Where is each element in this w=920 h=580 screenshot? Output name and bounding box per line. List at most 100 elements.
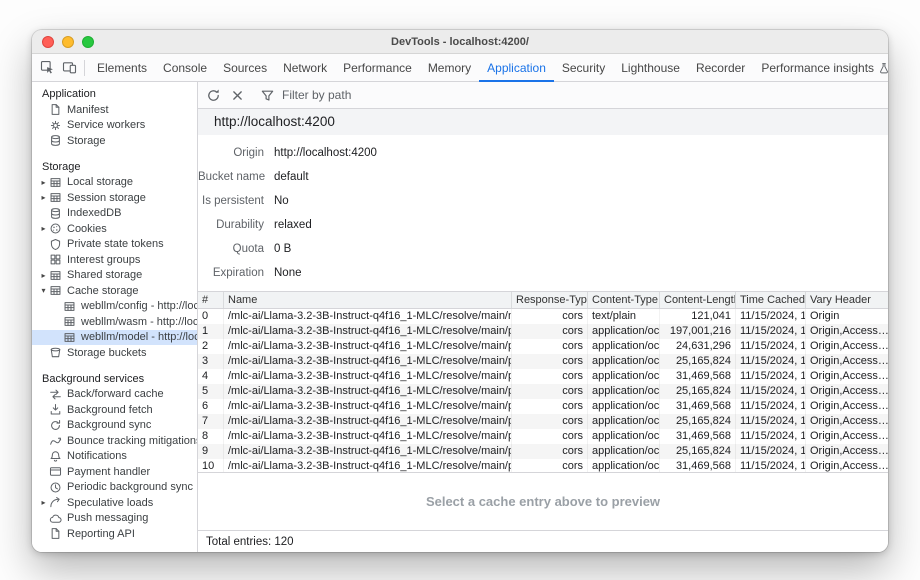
sidebar-item-label: Storage <box>67 135 106 147</box>
cache-entry-row[interactable]: 7/mlc-ai/Llama-3.2-3B-Instruct-q4f16_1-M… <box>198 414 888 429</box>
table-icon <box>49 176 62 189</box>
cache-entry-row[interactable]: 3/mlc-ai/Llama-3.2-3B-Instruct-q4f16_1-M… <box>198 354 888 369</box>
sidebar-item-label: Shared storage <box>67 269 142 281</box>
sidebar-item-label: Reporting API <box>67 528 135 540</box>
cache-entry-row[interactable]: 0/mlc-ai/Llama-3.2-3B-Instruct-q4f16_1-M… <box>198 309 888 324</box>
sidebar-item-periodic-background-sync[interactable]: Periodic background sync <box>32 480 197 496</box>
cell-content-length: 24,631,296 <box>660 339 736 354</box>
service-workers-icon <box>49 119 62 132</box>
sidebar-item-storage-buckets[interactable]: Storage buckets <box>32 345 197 361</box>
sidebar-item-reporting-api[interactable]: Reporting API <box>32 526 197 542</box>
cell-index: 1 <box>198 324 224 339</box>
tab-performance[interactable]: Performance <box>335 54 420 82</box>
tab-elements[interactable]: Elements <box>89 54 155 82</box>
sidebar-item-label: Payment handler <box>67 466 150 478</box>
sidebar-item-payment-handler[interactable]: Payment handler <box>32 464 197 480</box>
chevron-right-icon[interactable]: ▸ <box>38 193 49 202</box>
tab-recorder[interactable]: Recorder <box>688 54 753 82</box>
sidebar-item-storage[interactable]: Storage <box>32 133 197 149</box>
sidebar-item-webllm-model-http-loc[interactable]: webllm/model - http://loc… <box>32 330 197 346</box>
sidebar-item-push-messaging[interactable]: Push messaging <box>32 511 197 527</box>
sidebar-item-private-state-tokens[interactable]: Private state tokens <box>32 237 197 253</box>
cell-vary-header: Origin,Access… <box>806 384 888 399</box>
refresh-icon[interactable] <box>202 84 224 106</box>
cache-entry-row[interactable]: 10/mlc-ai/Llama-3.2-3B-Instruct-q4f16_1-… <box>198 459 888 472</box>
filter-input[interactable]: Filter by path <box>256 84 351 106</box>
cell-vary-header: Origin,Access… <box>806 369 888 384</box>
tab-lighthouse[interactable]: Lighthouse <box>613 54 688 82</box>
cell-vary-header: Origin,Access… <box>806 414 888 429</box>
tab-label: Performance insights <box>761 61 874 75</box>
cell-content-type: application/oc… <box>588 339 660 354</box>
cache-entry-row[interactable]: 9/mlc-ai/Llama-3.2-3B-Instruct-q4f16_1-M… <box>198 444 888 459</box>
tab-security[interactable]: Security <box>554 54 613 82</box>
tab-label: Sources <box>223 61 267 75</box>
column-header-time-cached[interactable]: Time Cached <box>736 292 806 308</box>
cache-entry-row[interactable]: 4/mlc-ai/Llama-3.2-3B-Instruct-q4f16_1-M… <box>198 369 888 384</box>
chevron-down-icon[interactable]: ▾ <box>38 286 49 295</box>
delete-selected-icon[interactable] <box>226 84 248 106</box>
cell-content-length: 25,165,824 <box>660 354 736 369</box>
chevron-right-icon[interactable]: ▸ <box>38 178 49 187</box>
column-header-content-length[interactable]: Content-Length <box>660 292 736 308</box>
sidebar-item-session-storage[interactable]: ▸Session storage <box>32 190 197 206</box>
sidebar-item-webllm-config-http-loc[interactable]: webllm/config - http://loc… <box>32 299 197 315</box>
tab-application[interactable]: Application <box>479 54 554 82</box>
cell-time-cached: 11/15/2024, 10… <box>736 414 806 429</box>
cell-response-type: cors <box>512 369 588 384</box>
sidebar-item-service-workers[interactable]: Service workers <box>32 118 197 134</box>
sidebar-item-background-sync[interactable]: Background sync <box>32 418 197 434</box>
sidebar-item-local-storage[interactable]: ▸Local storage <box>32 175 197 191</box>
cache-entry-row[interactable]: 8/mlc-ai/Llama-3.2-3B-Instruct-q4f16_1-M… <box>198 429 888 444</box>
cell-vary-header: Origin,Access… <box>806 444 888 459</box>
chevron-right-icon[interactable]: ▸ <box>38 498 49 507</box>
cell-index: 9 <box>198 444 224 459</box>
inspect-element-icon[interactable] <box>36 57 58 79</box>
cell-index: 8 <box>198 429 224 444</box>
sidebar-item-cookies[interactable]: ▸Cookies <box>32 221 197 237</box>
cache-entry-row[interactable]: 2/mlc-ai/Llama-3.2-3B-Instruct-q4f16_1-M… <box>198 339 888 354</box>
cell-response-type: cors <box>512 354 588 369</box>
cache-toolbar: Filter by path <box>198 82 888 109</box>
tab-memory[interactable]: Memory <box>420 54 479 82</box>
device-toolbar-icon[interactable] <box>58 57 80 79</box>
sidebar-item-background-fetch[interactable]: Background fetch <box>32 402 197 418</box>
metadata-value: 0 B <box>274 243 291 255</box>
sidebar-item-indexeddb[interactable]: IndexedDB <box>32 206 197 222</box>
tab-sources[interactable]: Sources <box>215 54 275 82</box>
chevron-right-icon[interactable]: ▸ <box>38 224 49 233</box>
cache-entry-row[interactable]: 1/mlc-ai/Llama-3.2-3B-Instruct-q4f16_1-M… <box>198 324 888 339</box>
cookie-icon <box>49 222 62 235</box>
cache-entry-row[interactable]: 6/mlc-ai/Llama-3.2-3B-Instruct-q4f16_1-M… <box>198 399 888 414</box>
column-header-name[interactable]: Name <box>224 292 512 308</box>
sidebar-item-notifications[interactable]: Notifications <box>32 449 197 465</box>
sidebar-section-title: Storage <box>32 159 197 175</box>
tab-console[interactable]: Console <box>155 54 215 82</box>
sidebar-item-manifest[interactable]: Manifest <box>32 102 197 118</box>
column-header-index[interactable]: # <box>198 292 224 308</box>
cell-response-type: cors <box>512 384 588 399</box>
cache-entry-row[interactable]: 5/mlc-ai/Llama-3.2-3B-Instruct-q4f16_1-M… <box>198 384 888 399</box>
column-header-vary-header[interactable]: Vary Header <box>806 292 888 308</box>
sidebar-item-cache-storage[interactable]: ▾Cache storage <box>32 283 197 299</box>
sidebar-item-interest-groups[interactable]: Interest groups <box>32 252 197 268</box>
column-header-content-type[interactable]: Content-Type <box>588 292 660 308</box>
metadata-label: Durability <box>198 219 264 231</box>
cell-time-cached: 11/15/2024, 10… <box>736 309 806 324</box>
sidebar-item-label: Private state tokens <box>67 238 164 250</box>
cell-index: 7 <box>198 414 224 429</box>
sidebar-item-shared-storage[interactable]: ▸ Shared storage <box>32 268 197 284</box>
speculative-loads-icon <box>49 496 62 509</box>
sidebar-section-title: Application <box>32 86 197 102</box>
column-header-response-type[interactable]: Response-Type <box>512 292 588 308</box>
tab-network[interactable]: Network <box>275 54 335 82</box>
tab-performance-insights[interactable]: Performance insights <box>753 54 888 82</box>
chevron-right-icon[interactable]: ▸ <box>38 271 49 280</box>
sidebar-item-bounce-tracking-mitigations[interactable]: Bounce tracking mitigations <box>32 433 197 449</box>
cell-index: 3 <box>198 354 224 369</box>
sidebar-item-webllm-wasm-http-loca[interactable]: webllm/wasm - http://loca… <box>32 314 197 330</box>
sidebar-item-speculative-loads[interactable]: ▸Speculative loads <box>32 495 197 511</box>
cell-name: /mlc-ai/Llama-3.2-3B-Instruct-q4f16_1-ML… <box>224 414 512 429</box>
table-icon <box>49 191 62 204</box>
sidebar-item-back-forward-cache[interactable]: Back/forward cache <box>32 387 197 403</box>
